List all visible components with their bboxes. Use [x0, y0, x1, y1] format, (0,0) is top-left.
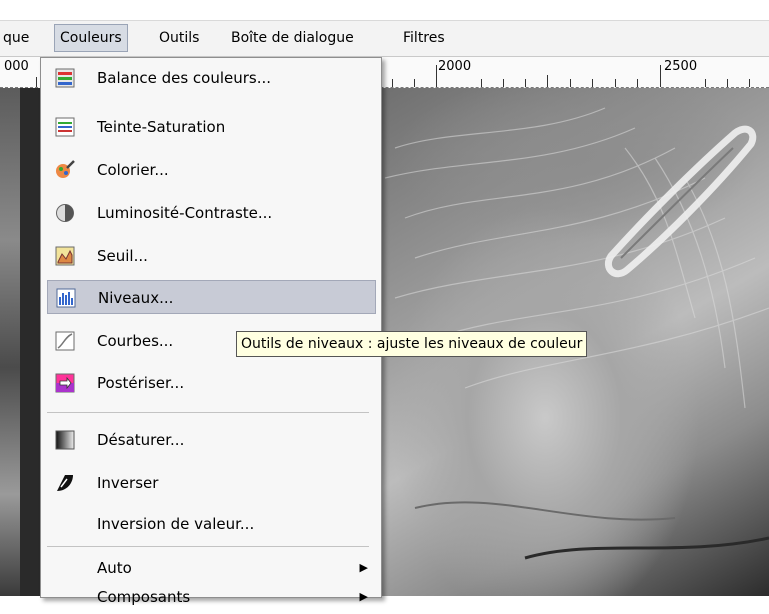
menu-item-posteriser[interactable]: Postériser...	[47, 366, 376, 400]
menu-item-label: Courbes...	[97, 332, 174, 350]
menubar: que Couleurs Outils Boîte de dialogue Fi…	[0, 21, 769, 57]
menu-filtres[interactable]: Filtres	[398, 25, 450, 51]
menu-item-label: Postériser...	[97, 374, 185, 392]
menu-item-label: Luminosité-Contraste...	[97, 204, 273, 222]
brightness-contrast-icon	[56, 204, 74, 222]
menu-item-label: Désaturer...	[97, 431, 185, 449]
menu-item-colorier[interactable]: Colorier...	[47, 153, 376, 187]
menu-image[interactable]: que	[0, 25, 34, 51]
submenu-arrow-icon: ▶	[359, 590, 368, 603]
levels-tooltip: Outils de niveaux : ajuste les niveaux d…	[236, 331, 588, 357]
hue-saturation-icon	[55, 117, 75, 137]
posterize-icon	[55, 373, 75, 393]
menu-item-label: Teinte-Saturation	[97, 118, 226, 136]
levels-icon	[56, 288, 76, 308]
menu-couleurs[interactable]: Couleurs	[54, 24, 128, 52]
desaturate-icon	[55, 430, 75, 450]
colorize-icon	[56, 160, 75, 178]
ruler-label: 000	[4, 59, 29, 74]
menu-item-luminosite-contraste[interactable]: Luminosité-Contraste...	[47, 196, 376, 230]
ruler-label: 2500	[664, 59, 698, 74]
invert-icon	[57, 475, 73, 491]
menu-item-inversion-de-valeur[interactable]: Inversion de valeur...	[47, 507, 376, 541]
menu-item-label: Inversion de valeur...	[97, 515, 255, 533]
menu-item-label: Balance des couleurs...	[97, 69, 272, 87]
curves-icon	[55, 331, 75, 351]
menu-item-label: Inverser	[97, 474, 159, 492]
menu-outils[interactable]: Outils	[154, 25, 204, 51]
menu-item-balance-des-couleurs[interactable]: Balance des couleurs...	[47, 61, 376, 95]
menu-item-seuil[interactable]: Seuil...	[47, 239, 376, 273]
threshold-icon	[55, 246, 75, 266]
menu-item-inverser[interactable]: Inverser	[47, 466, 376, 500]
menu-separator	[47, 412, 369, 413]
menu-item-desaturer[interactable]: Désaturer...	[47, 423, 376, 457]
couleurs-dropdown-menu: Balance des couleurs... Teinte-Saturatio…	[40, 57, 382, 606]
title-strip	[0, 0, 769, 21]
menu-item-composants[interactable]: Composants ▶	[47, 580, 376, 614]
menu-item-teinte-saturation[interactable]: Teinte-Saturation	[47, 110, 376, 144]
menu-item-niveaux[interactable]: Niveaux...	[47, 280, 376, 314]
menu-separator	[47, 546, 369, 547]
menu-item-label: Colorier...	[97, 161, 169, 179]
menu-item-label: Seuil...	[97, 247, 148, 265]
menu-item-label: Niveaux...	[98, 289, 174, 307]
menu-item-label: Composants	[97, 588, 191, 606]
color-balance-icon	[55, 68, 75, 88]
photo-left-edge	[0, 88, 20, 596]
ruler-label: 2000	[438, 59, 472, 74]
menu-boite-de-dialogue[interactable]: Boîte de dialogue	[226, 25, 359, 51]
